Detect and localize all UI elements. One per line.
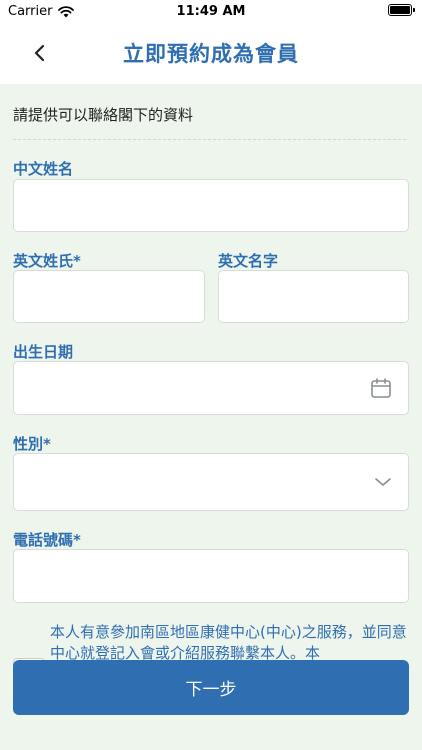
phone-label: 電話號碼* [13,531,81,549]
form-intro: 請提供可以聯絡閣下的資料 [13,106,194,124]
dob-label: 出生日期 [13,343,74,361]
english-given-name-label: 英文名字 [218,252,279,270]
english-surname-input[interactable] [14,271,204,322]
chinese-name-label: 中文姓名 [13,160,74,178]
english-given-name-field [218,270,409,323]
phone-field [13,549,409,603]
dob-field[interactable] [13,361,409,415]
english-given-name-input[interactable] [219,271,408,322]
status-time: 11:49 AM [176,4,246,19]
gender-label: 性別* [13,435,51,453]
next-button[interactable]: 下一步 [13,660,409,715]
page-title: 立即預約成為會員 [123,42,299,66]
chinese-name-input[interactable] [14,180,408,231]
status-bar: Carrier 11:49 AM [0,0,422,24]
gender-select[interactable] [13,453,409,511]
phone-input[interactable] [14,550,408,602]
nav-header: 立即預約成為會員 [0,24,422,84]
calendar-icon[interactable] [370,377,392,399]
section-divider [13,139,406,140]
dob-input[interactable] [14,362,408,414]
chinese-name-field [13,179,409,232]
english-surname-label: 英文姓氏* [13,252,81,270]
chevron-down-icon [374,477,392,487]
english-surname-field [13,270,205,323]
battery-icon [388,4,415,16]
consent-text: 本人有意參加南區地區康健中心(中心)之服務，並同意中心就登記入會或介紹服務聯繫本… [50,623,407,662]
